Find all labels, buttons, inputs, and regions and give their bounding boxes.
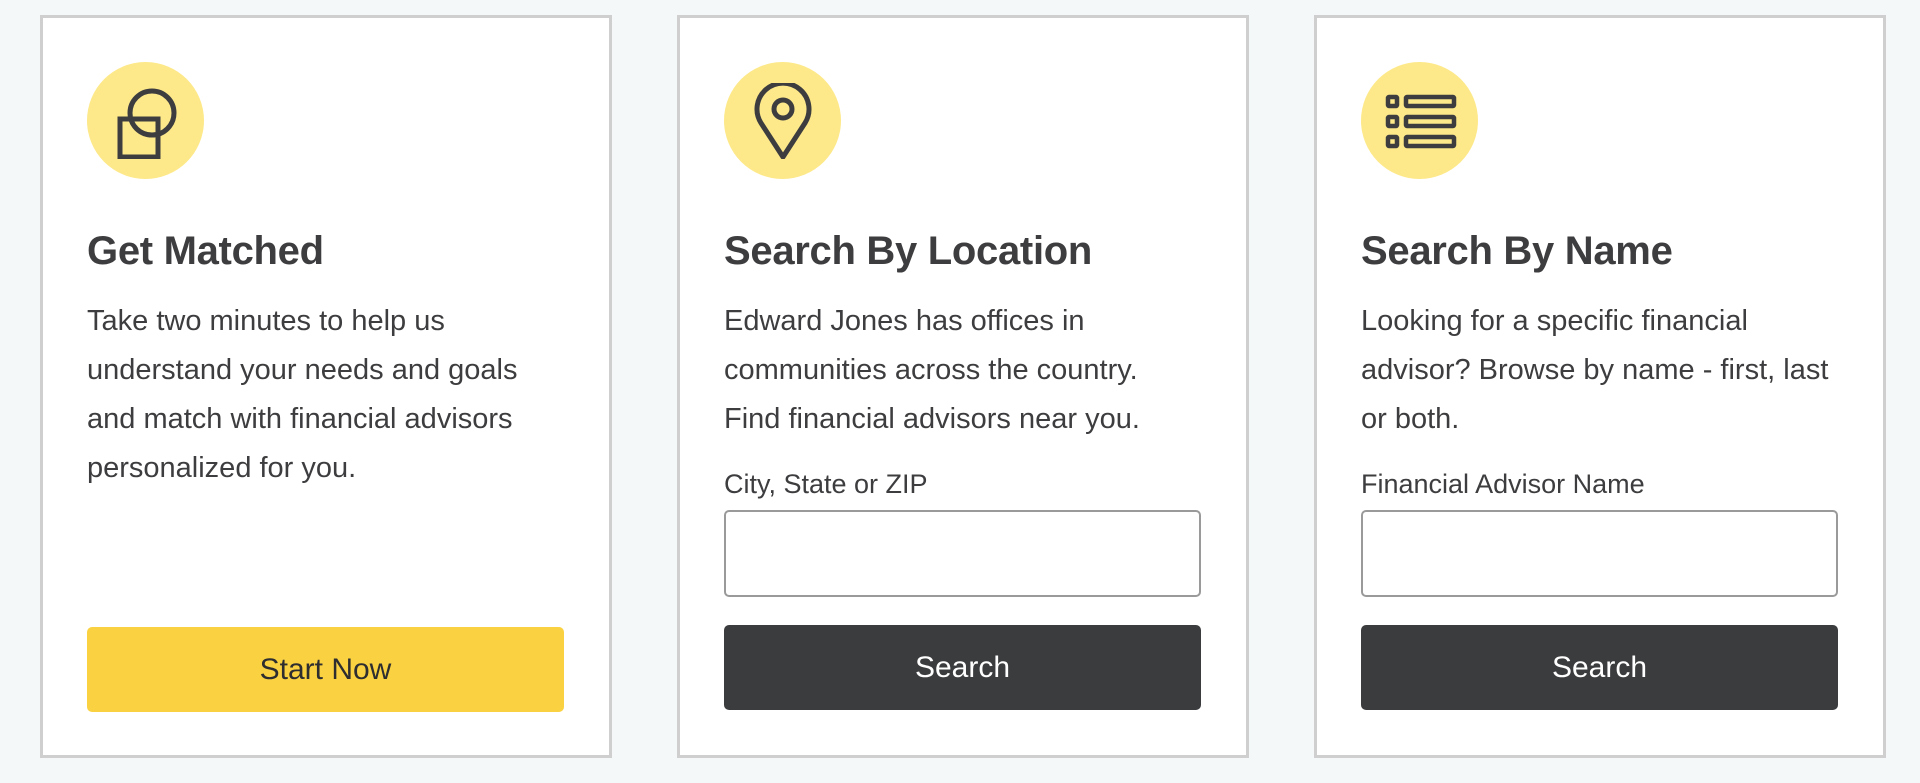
location-search-input[interactable] (724, 510, 1201, 597)
icon-badge (1361, 62, 1478, 179)
card-description: Edward Jones has offices in communities … (724, 305, 1140, 435)
card-title: Get Matched (87, 229, 324, 273)
icon-badge (724, 62, 841, 179)
map-pin-icon (754, 82, 811, 159)
advisor-name-field-label: Financial Advisor Name (1361, 469, 1645, 499)
search-by-location-card: Search By Location Edward Jones has offi… (677, 15, 1249, 758)
card-title: Search By Location (724, 229, 1093, 273)
location-search-button[interactable]: Search (724, 625, 1201, 710)
card-description: Take two minutes to help us understand y… (87, 305, 518, 484)
advisor-name-input[interactable] (1361, 510, 1838, 597)
search-by-name-card: Search By Name Looking for a specific fi… (1314, 15, 1886, 758)
get-matched-card: Get Matched Take two minutes to help us … (40, 15, 612, 758)
card-title: Search By Name (1361, 229, 1673, 273)
icon-badge (87, 62, 204, 179)
location-field-label: City, State or ZIP (724, 469, 928, 499)
shapes-icon (117, 88, 176, 159)
card-description: Looking for a specific financial advisor… (1361, 305, 1829, 435)
start-now-button[interactable]: Start Now (87, 627, 564, 712)
advisor-search-options: Get Matched Take two minutes to help us … (40, 15, 1886, 758)
name-search-button[interactable]: Search (1361, 625, 1838, 710)
list-icon (1385, 94, 1456, 148)
